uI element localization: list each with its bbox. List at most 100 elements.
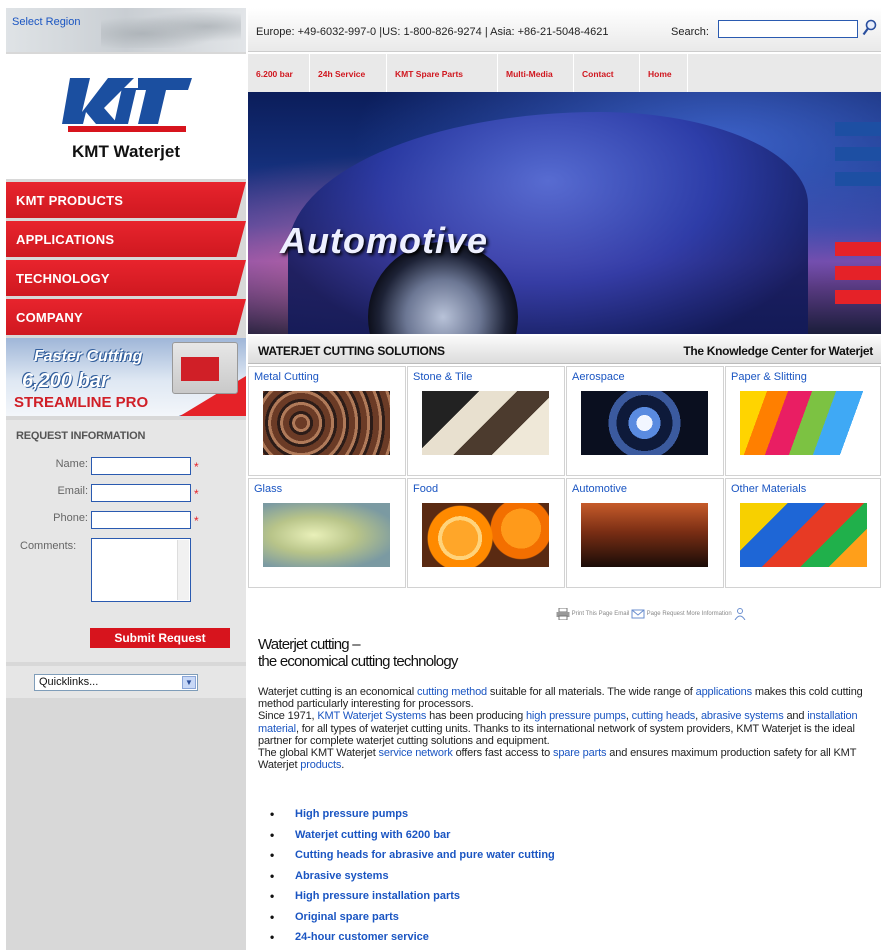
subnav-spare-parts[interactable]: KMT Spare Parts xyxy=(387,54,498,92)
tile-label[interactable]: Other Materials xyxy=(731,483,806,495)
comments-textarea[interactable] xyxy=(91,538,191,602)
nav-technology[interactable]: TECHNOLOGY xyxy=(6,260,246,296)
email-label: Email: xyxy=(57,485,88,497)
tile-paper-slitting[interactable]: Paper & Slitting xyxy=(725,366,881,476)
page-link[interactable]: Page xyxy=(647,611,661,617)
quicklinks-selected: Quicklinks... xyxy=(39,676,99,688)
tile-automotive[interactable]: Automotive xyxy=(566,478,724,588)
print-link[interactable]: Print This Page xyxy=(572,611,613,617)
link-high-pressure-pumps[interactable]: high pressure pumps xyxy=(526,710,626,722)
hero-banner[interactable]: Automotive xyxy=(248,92,881,334)
request-information-form: REQUEST INFORMATION Name: * Email: * Pho… xyxy=(6,420,246,662)
hero-red-stripe xyxy=(835,242,881,256)
search-icon[interactable] xyxy=(862,19,878,37)
info-person-icon[interactable] xyxy=(733,608,747,620)
metal-cutting-image[interactable] xyxy=(263,391,390,455)
tile-label[interactable]: Food xyxy=(413,483,438,495)
list-item[interactable]: Abrasive systems xyxy=(270,869,870,891)
tile-food[interactable]: Food xyxy=(407,478,565,588)
text: Waterjet cutting is an economical xyxy=(258,686,417,698)
text: Since 1971, xyxy=(258,710,318,723)
quicklinks-select[interactable]: Quicklinks... ▼ xyxy=(34,674,198,691)
tile-label[interactable]: Metal Cutting xyxy=(254,371,319,383)
company-name: KMT Waterjet xyxy=(72,142,180,161)
tile-other-materials[interactable]: Other Materials xyxy=(725,478,881,588)
chevron-down-icon[interactable]: ▼ xyxy=(182,676,196,689)
other-materials-image[interactable] xyxy=(740,503,867,567)
list-item[interactable]: Original spare parts xyxy=(270,910,870,932)
link-products[interactable]: products xyxy=(300,759,341,771)
pump-machine-image xyxy=(172,342,238,394)
secondary-nav: 6.200 bar 24h Service KMT Spare Parts Mu… xyxy=(248,54,881,92)
automotive-image[interactable] xyxy=(581,503,708,567)
link-service-network[interactable]: service network xyxy=(379,747,453,759)
required-marker: * xyxy=(194,487,199,501)
text: The global KMT Waterjet xyxy=(258,747,379,760)
knowledge-center-title: The Knowledge Center for Waterjet xyxy=(683,344,873,358)
textarea-scrollbar[interactable] xyxy=(177,540,189,600)
subnav-24h-service[interactable]: 24h Service xyxy=(310,54,387,92)
nav-company[interactable]: COMPANY xyxy=(6,299,246,335)
nav-applications[interactable]: APPLICATIONS xyxy=(6,221,246,257)
email-link[interactable]: Email xyxy=(614,611,629,617)
world-map-graphic xyxy=(101,12,241,48)
nav-kmt-products[interactable]: KMT PRODUCTS xyxy=(6,182,246,218)
tile-label[interactable]: Paper & Slitting xyxy=(731,371,807,383)
streamline-pro-promo[interactable]: Faster Cutting 6,200 bar STREAMLINE PRO xyxy=(6,338,246,416)
link-cutting-method[interactable]: cutting method xyxy=(417,686,487,698)
paper-slitting-image[interactable] xyxy=(740,391,867,455)
subnav-6200-bar[interactable]: 6.200 bar xyxy=(248,54,310,92)
link-cutting-heads[interactable]: cutting heads xyxy=(632,710,696,722)
kmt-logo[interactable] xyxy=(62,78,192,134)
list-item[interactable]: 24-hour customer service xyxy=(270,930,870,950)
tile-stone-tile[interactable]: Stone & Tile xyxy=(407,366,565,476)
link-spare-parts[interactable]: spare parts xyxy=(553,747,607,759)
tile-label[interactable]: Glass xyxy=(254,483,282,495)
aerospace-image[interactable] xyxy=(581,391,708,455)
logo-area[interactable]: KMT Waterjet xyxy=(6,54,246,179)
hero-blue-stripe xyxy=(835,172,881,186)
tile-glass[interactable]: Glass xyxy=(248,478,406,588)
promo-tagline: Faster Cutting xyxy=(34,348,143,365)
stone-tile-image[interactable] xyxy=(422,391,549,455)
article-body: Waterjet cutting is an economical cuttin… xyxy=(258,686,879,771)
phone-field[interactable] xyxy=(91,511,191,529)
subnav-multi-media[interactable]: Multi-Media xyxy=(498,54,574,92)
feature-list: High pressure pumps Waterjet cutting wit… xyxy=(270,807,870,950)
tile-label[interactable]: Automotive xyxy=(572,483,627,495)
link-applications[interactable]: applications xyxy=(696,686,752,698)
subnav-home[interactable]: Home xyxy=(640,54,688,92)
form-title: REQUEST INFORMATION xyxy=(16,430,146,442)
header-bar: Europe: +49-6032-997-0 |US: 1-800-826-92… xyxy=(248,8,881,52)
submit-request-button[interactable]: Submit Request xyxy=(90,628,230,648)
tile-label[interactable]: Aerospace xyxy=(572,371,625,383)
list-item[interactable]: Cutting heads for abrasive and pure wate… xyxy=(270,848,870,870)
left-sidebar: Select Region KMT Waterjet KMT PRODUCTS … xyxy=(6,8,246,950)
printer-icon[interactable] xyxy=(556,608,570,620)
glass-image[interactable] xyxy=(263,503,390,567)
contact-phone-numbers: Europe: +49-6032-997-0 |US: 1-800-826-92… xyxy=(256,26,609,38)
link-kmt-waterjet-systems[interactable]: KMT Waterjet Systems xyxy=(317,710,426,722)
search-input[interactable] xyxy=(718,20,858,38)
text: . xyxy=(341,759,345,772)
list-item[interactable]: High pressure pumps xyxy=(270,807,870,829)
link-abrasive-systems[interactable]: abrasive systems xyxy=(701,710,784,722)
hero-blue-stripe xyxy=(835,147,881,161)
email-field[interactable] xyxy=(91,484,191,502)
list-item[interactable]: High pressure installation parts xyxy=(270,889,870,911)
request-info-link[interactable]: Request More Information xyxy=(662,611,731,617)
tile-metal-cutting[interactable]: Metal Cutting xyxy=(248,366,406,476)
required-marker: * xyxy=(194,460,199,474)
envelope-icon[interactable] xyxy=(631,608,645,620)
tile-aerospace[interactable]: Aerospace xyxy=(566,366,724,476)
food-image[interactable] xyxy=(422,503,549,567)
subnav-contact[interactable]: Contact xyxy=(574,54,640,92)
name-field[interactable] xyxy=(91,457,191,475)
hero-red-stripe xyxy=(835,266,881,280)
text: suitable for all materials. The wide ran… xyxy=(487,686,696,698)
select-region-link[interactable]: Select Region xyxy=(12,16,81,28)
solutions-title: WATERJET CUTTING SOLUTIONS xyxy=(258,344,445,358)
comments-label: Comments: xyxy=(20,540,77,552)
tile-label[interactable]: Stone & Tile xyxy=(413,371,472,383)
list-item[interactable]: Waterjet cutting with 6200 bar xyxy=(270,828,870,850)
